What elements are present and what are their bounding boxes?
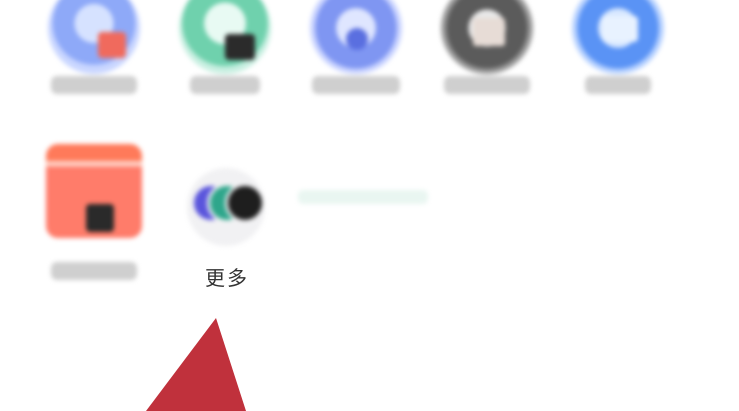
app-icon-4[interactable] [439,0,535,112]
app-icon-3-image [310,0,402,74]
app-icon-2-label [190,76,260,94]
app-icon-1[interactable] [46,0,142,112]
red-arrow-icon [146,318,246,411]
app-icon-2-image [179,0,271,74]
app-icon-6[interactable] [46,144,142,280]
app-icon-5-label [585,76,651,94]
app-icon-3[interactable] [308,0,404,112]
red-arrow-shape [146,318,246,411]
black-dot-icon [225,183,265,223]
more-label: 更多 [205,266,249,290]
app-icon-1-image [48,0,140,74]
app-icon-2[interactable] [177,0,273,112]
app-icon-3-label [312,76,400,94]
faint-text [298,190,428,204]
more-button[interactable]: 更多 [185,168,269,292]
app-icon-5[interactable] [570,0,666,112]
app-icon-1-label [51,76,137,94]
app-icon-4-image [441,0,533,74]
app-icon-5-image [572,0,664,74]
more-icon [187,168,265,246]
app-icon-6-image [46,144,142,238]
app-icon-6-label [51,262,137,280]
app-icon-4-label [444,76,530,94]
